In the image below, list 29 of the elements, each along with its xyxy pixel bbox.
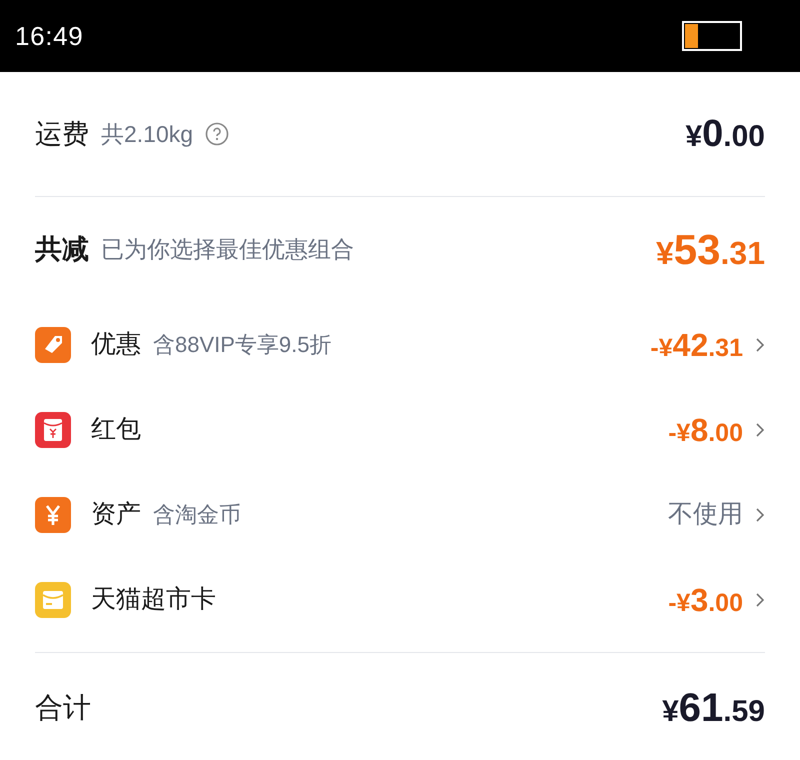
help-icon[interactable] xyxy=(205,122,230,146)
chevron-icon[interactable] xyxy=(755,422,765,438)
item-note: 含淘金币 xyxy=(153,501,241,529)
chevron-icon[interactable] xyxy=(755,592,765,608)
status-time: 16:49 xyxy=(15,20,84,52)
chevron-icon[interactable] xyxy=(755,506,765,522)
discount-amount[interactable]: -¥42.31 xyxy=(650,320,743,368)
envelope-icon xyxy=(35,412,71,448)
battery-icon xyxy=(682,21,742,51)
item-label: 红包 xyxy=(91,414,141,445)
discount-amount[interactable]: -¥3.00 xyxy=(668,576,743,624)
item-label: 资产 xyxy=(91,498,141,530)
option-value[interactable]: 不使用 xyxy=(668,496,743,534)
yuan-icon xyxy=(35,496,71,532)
shipping-amount: ¥0.00 xyxy=(685,112,765,156)
item-label: 天猫超市卡 xyxy=(91,584,216,615)
total-amount: ¥61.59 xyxy=(662,684,765,732)
card-icon xyxy=(35,582,71,618)
reduction-label: 共减 xyxy=(35,233,89,266)
weight-text: 共2.10kg xyxy=(101,120,194,149)
reduction-note: 已为你选择最佳优惠组合 xyxy=(101,235,354,264)
shipping-label: 运费 xyxy=(35,118,89,151)
item-label: 优惠 xyxy=(91,328,141,360)
total-label: 合计 xyxy=(35,690,91,724)
reduction-amount: ¥53.31 xyxy=(656,225,765,275)
item-note: 含88VIP专享9.5折 xyxy=(153,331,332,359)
chevron-icon[interactable] xyxy=(755,336,765,352)
tag-icon xyxy=(35,326,71,362)
discount-amount[interactable]: -¥8.00 xyxy=(668,406,743,454)
